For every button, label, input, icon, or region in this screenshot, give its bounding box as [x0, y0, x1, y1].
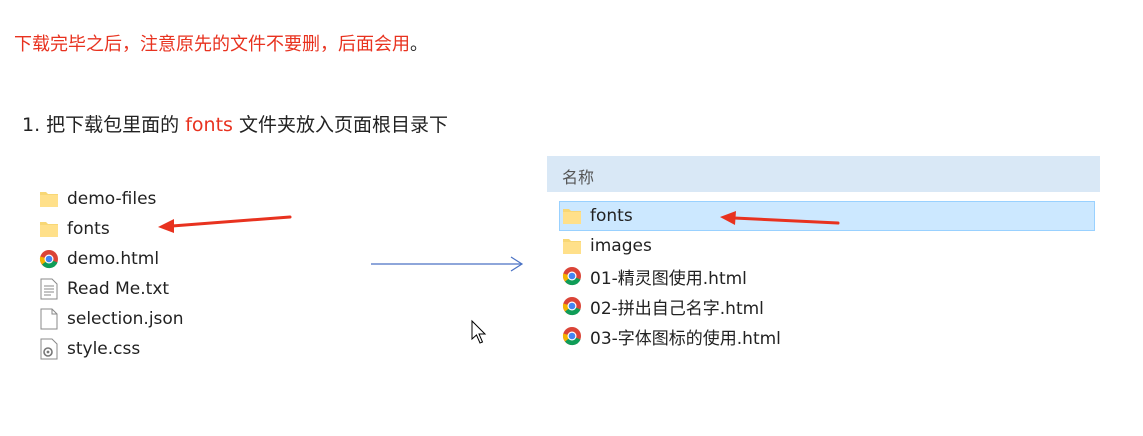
mouse-cursor-icon [471, 319, 487, 344]
annotation-overlay [158, 211, 840, 344]
red-arrow-left [158, 215, 292, 233]
blue-transfer-arrow [371, 256, 524, 272]
red-arrow-right [720, 211, 840, 225]
